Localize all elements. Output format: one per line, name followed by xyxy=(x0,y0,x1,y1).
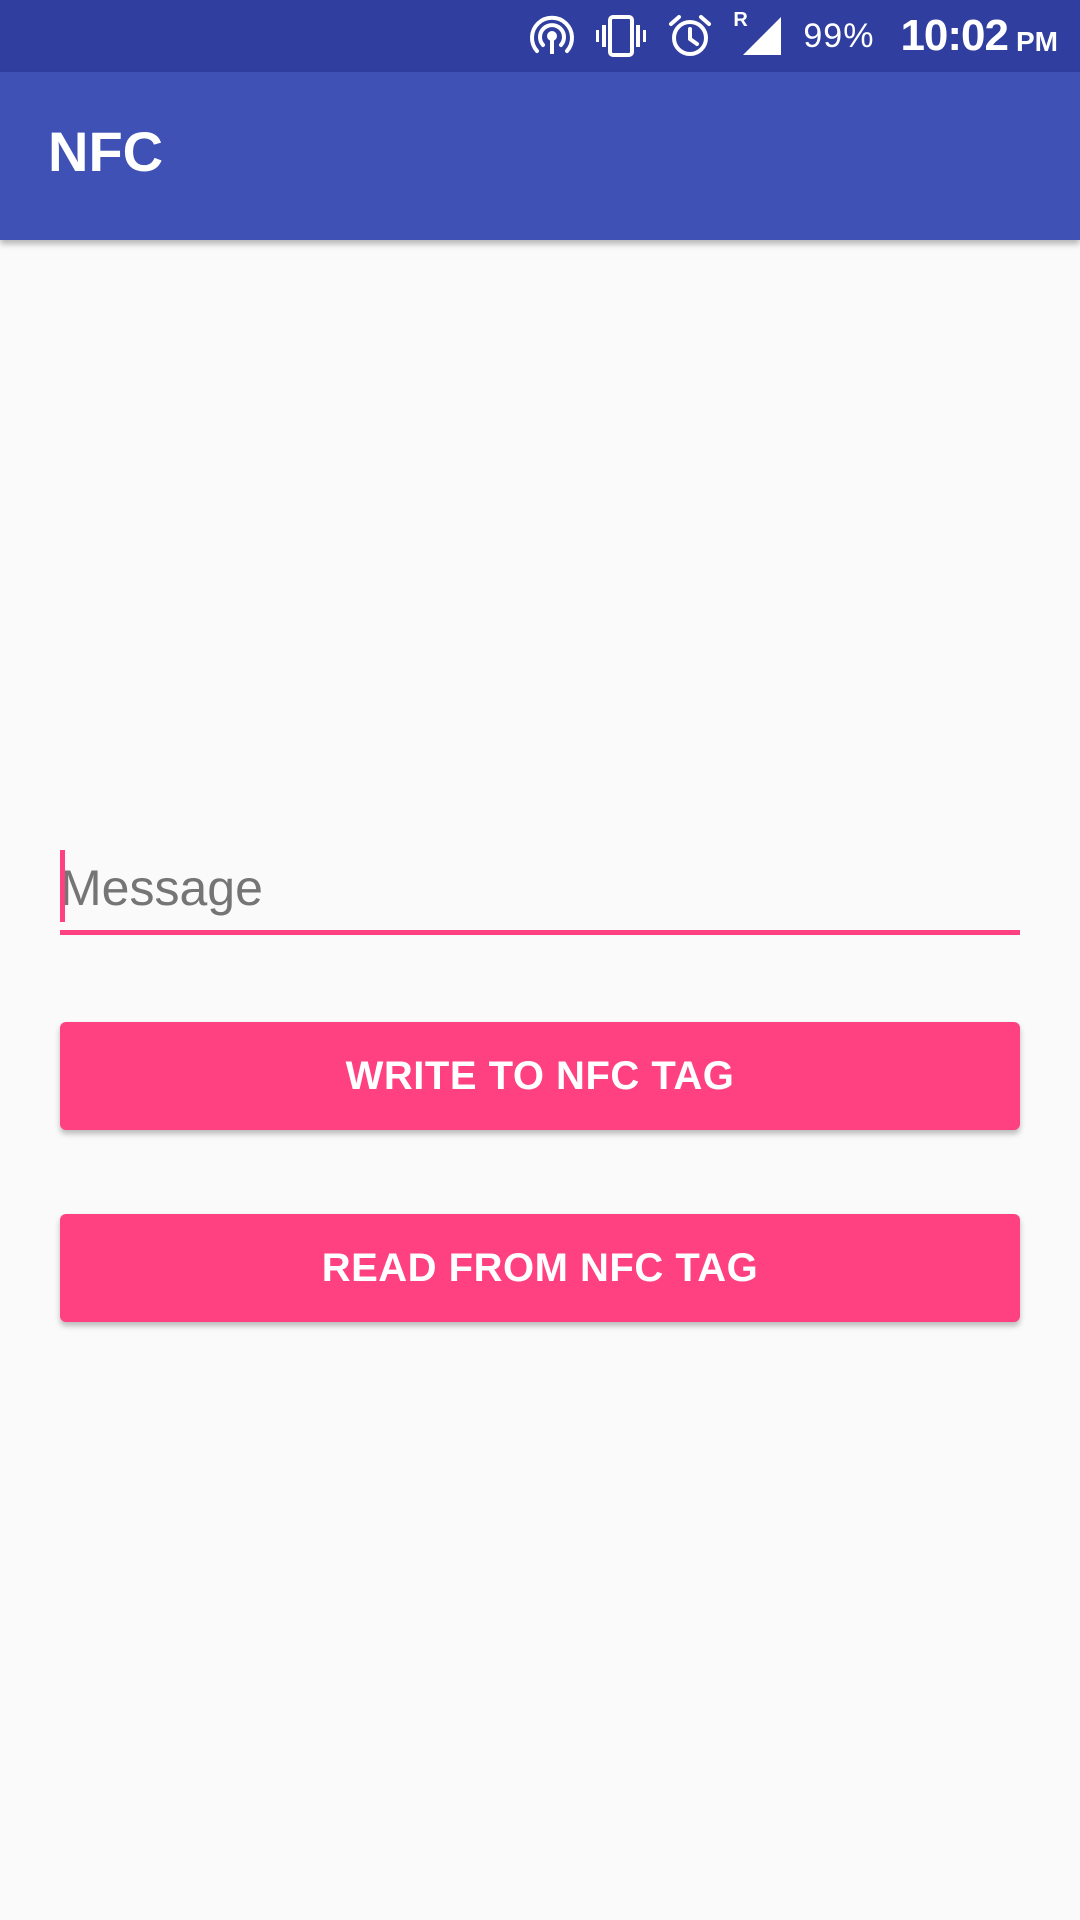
signal-roaming-icon: R xyxy=(733,9,783,59)
write-to-nfc-tag-button[interactable]: WRITE TO NFC TAG xyxy=(60,1022,1020,1130)
clock-ampm: PM xyxy=(1016,26,1058,57)
status-bar: R 99% 10:02 PM xyxy=(0,0,1080,72)
message-underline xyxy=(60,930,1020,935)
app-bar: NFC xyxy=(0,72,1080,240)
vibrate-icon xyxy=(595,13,647,59)
hotspot-icon xyxy=(529,13,575,59)
clock-time: 10:02 xyxy=(900,11,1009,60)
status-icons: R 99% 10:02 PM xyxy=(529,0,1058,72)
read-from-nfc-tag-button[interactable]: READ FROM NFC TAG xyxy=(60,1214,1020,1322)
roaming-indicator: R xyxy=(733,9,748,31)
message-field[interactable] xyxy=(60,848,1020,935)
alarm-icon xyxy=(667,13,713,59)
app-title: NFC xyxy=(48,120,164,183)
message-input[interactable] xyxy=(60,848,1020,928)
battery-level: 99% xyxy=(803,16,875,55)
text-cursor xyxy=(60,850,65,922)
